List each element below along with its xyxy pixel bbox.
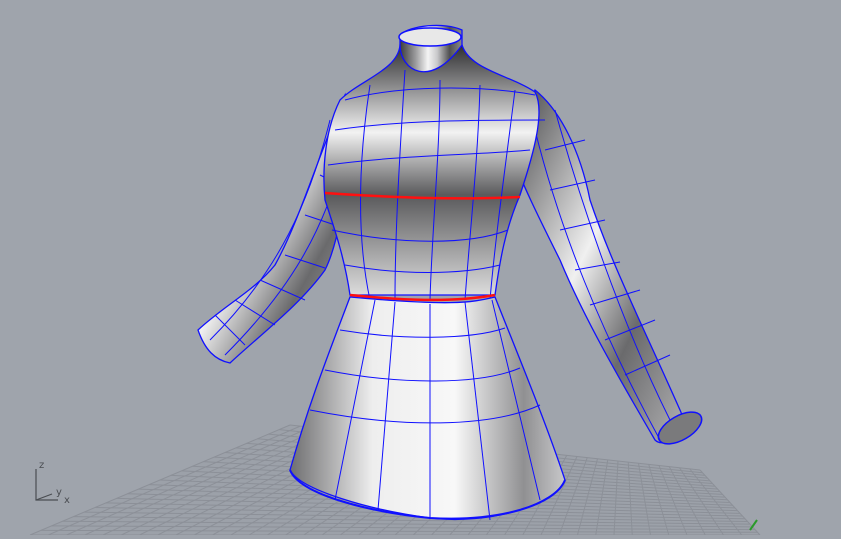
skirt[interactable]: [289, 296, 566, 521]
z-axis-label: z: [39, 460, 45, 471]
x-axis-label: x: [64, 495, 70, 506]
viewport-canvas[interactable]: [0, 0, 841, 536]
bodice[interactable]: [323, 24, 546, 302]
axis-widget: [35, 469, 58, 501]
y-axis-label: y: [56, 487, 62, 498]
left-sleeve[interactable]: [197, 92, 351, 364]
right-sleeve[interactable]: [509, 88, 707, 450]
perspective-viewport[interactable]: z y x: [0, 0, 841, 536]
collar-opening: [398, 27, 462, 47]
